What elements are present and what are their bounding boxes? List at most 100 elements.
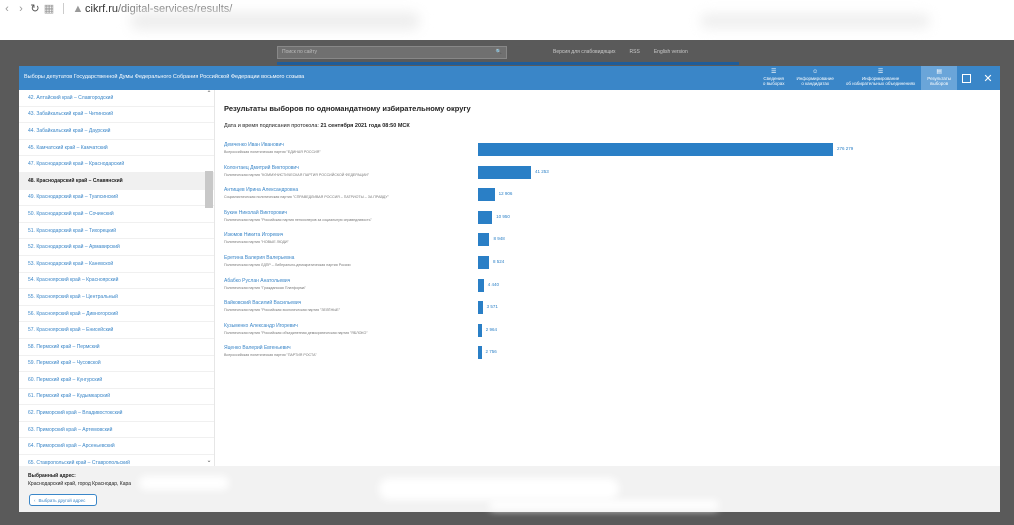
reload-icon[interactable]: ↻ — [28, 2, 42, 15]
sidebar-item-district[interactable]: 58. Пермский край – Пермский — [19, 339, 214, 356]
vote-bar — [478, 346, 482, 360]
candidate-party: Всероссийская политическая партия "ЕДИНА… — [224, 150, 321, 154]
vote-bar — [478, 233, 490, 247]
sidebar-item-district[interactable]: 44. Забайкальский край – Даурский — [19, 123, 214, 140]
back-icon[interactable]: ‹ — [0, 3, 14, 15]
sidebar-scrollbar[interactable]: ⌃ ⌄ — [205, 90, 213, 466]
redacted-area — [489, 500, 719, 510]
redacted-area — [700, 14, 930, 28]
search-icon[interactable]: 🔍 — [496, 49, 502, 55]
candidate-party: Политическая партия "Гражданская Платфор… — [224, 285, 306, 290]
sidebar-item-district[interactable]: 49. Краснодарский край – Туапсинский — [19, 190, 214, 207]
candidate-name[interactable]: Кузьменко Александр Игоревич — [224, 323, 484, 329]
sidebar-item-district[interactable]: 59. Пермский край – Чусовской — [19, 356, 214, 373]
candidate-row: Букин Николай Викторович Политическая пар… — [224, 210, 484, 222]
candidate-name[interactable]: Яценко Валерий Евгеньевич — [224, 345, 484, 351]
redacted-area — [130, 12, 420, 30]
vote-bar — [478, 301, 483, 315]
sidebar-item-district[interactable]: 62. Приморский край – Владивостокский — [19, 405, 214, 422]
site-links: Версия для слабовидящих RSS English vers… — [553, 49, 688, 55]
vote-count: 12 906 — [498, 191, 513, 197]
candidate-name[interactable]: Колонтаец Дмитрий Викторович — [224, 165, 484, 171]
candidate-row: Еретина Валерия Валерьевна Политическая п… — [224, 255, 484, 267]
candidate-name[interactable]: Еретина Валерия Валерьевна — [224, 255, 484, 261]
warning-icon[interactable]: ▲ — [71, 3, 85, 15]
sidebar-item-district[interactable]: 56. Красноярский край – Дивногорский — [19, 306, 214, 323]
sidebar-item-district[interactable]: 47. Краснодарский край – Краснодарский — [19, 156, 214, 173]
forward-icon[interactable]: › — [14, 3, 28, 15]
tab-label-line2: о кандидатах — [801, 81, 830, 86]
protocol-date-value: 21 сентября 2021 года 08:50 МСК — [320, 123, 410, 129]
sidebar-item-district[interactable]: 48. Краснодарский край – Славянский — [19, 172, 214, 190]
tab-2[interactable]: ☰ Информирование об избирательных объедине… — [840, 66, 921, 90]
candidate-party: Политическая партия "КОММУНИСТИЧЕСКАЯ ПА… — [224, 172, 369, 177]
candidate-party: Политическая партия "Российская партия п… — [224, 217, 372, 222]
document-icon: ☰ — [770, 69, 777, 75]
candidate-name[interactable]: Демченко Иван Иванович — [224, 142, 484, 148]
selected-address-panel: Выбранный адрес: Краснодарский край, гор… — [19, 466, 1000, 512]
sidebar-item-district[interactable]: 50. Краснодарский край – Сочинский — [19, 206, 214, 223]
close-button[interactable]: ✕ — [980, 70, 996, 86]
vote-count: 10 950 — [496, 213, 510, 219]
sidebar-item-district[interactable]: 63. Приморский край – Артемовский — [19, 422, 214, 439]
site-link-rss[interactable]: RSS — [630, 49, 640, 55]
apps-grid-icon[interactable]: ▦ — [42, 2, 56, 15]
redacted-area — [139, 476, 229, 490]
candidate-row: Колонтаец Дмитрий Викторович Политическая… — [224, 165, 484, 177]
modal-title: Выборы депутатов Государственной Думы Фе… — [24, 74, 305, 80]
district-list: 42. Алтайский край – Славгородский 43. За… — [19, 90, 214, 466]
sidebar-item-district[interactable]: 54. Красноярский край – Красноярский — [19, 273, 214, 290]
sidebar-item-district[interactable]: 60. Пермский край – Кунгурский — [19, 372, 214, 389]
candidate-name[interactable]: Букин Николай Викторович — [224, 210, 484, 216]
candidate-party: Политическая партия ЛДПР – Либерально-де… — [224, 263, 351, 267]
change-address-label: Выбрать другой адрес — [38, 497, 86, 503]
scrollbar-thumb[interactable] — [205, 171, 213, 208]
tab-label-line2: о выборах — [762, 81, 785, 86]
candidate-row: Яценко Валерий Евгеньевич Всероссийская п… — [224, 345, 484, 357]
tab-label-line2: выборов — [930, 81, 949, 86]
scroll-up-icon[interactable]: ⌃ — [205, 90, 213, 99]
vote-bar — [478, 165, 531, 179]
modal-header: Выборы депутатов Государственной Думы Фе… — [19, 66, 1000, 90]
sidebar-item-district[interactable]: 57. Красноярский край – Енисейский — [19, 322, 214, 339]
candidate-name[interactable]: Изюмов Никита Игоревич — [224, 232, 484, 238]
sidebar-item-district[interactable]: 42. Алтайский край – Славгородский — [19, 90, 214, 107]
sidebar-item-district[interactable]: 53. Краснодарский край – Каневской — [19, 256, 214, 273]
sidebar-item-district[interactable]: 52. Краснодарский край – Армавирский — [19, 239, 214, 256]
results-panel: Результаты выборов по одномандатному изб… — [215, 90, 1000, 466]
candidate-name[interactable]: Вайковский Василий Васильевич — [224, 300, 484, 306]
sidebar-item-district[interactable]: 64. Приморский край – Арсеньевский — [19, 438, 214, 456]
vote-bar — [478, 210, 493, 224]
sidebar-item-district[interactable]: 43. Забайкальский край – Читинский — [19, 107, 214, 124]
candidate-name[interactable]: Абабко Руслан Анатольевич — [224, 278, 484, 284]
change-address-button[interactable]: ‹ Выбрать другой адрес — [29, 494, 97, 506]
vote-bar — [478, 256, 489, 269]
site-search-input[interactable]: Поиск по сайту 🔍 — [277, 45, 507, 59]
candidate-row: Антищев Ирина Александровна Социалистичес… — [224, 187, 484, 199]
candidate-name[interactable]: Антищев Ирина Александровна — [224, 187, 484, 193]
vote-count: 8 524 — [492, 259, 505, 264]
scroll-down-icon[interactable]: ⌄ — [205, 457, 213, 466]
sidebar-item-district[interactable]: 65. Ставропольский край – Ставропольский — [19, 455, 214, 466]
maximize-button[interactable] — [958, 70, 974, 86]
site-link-english[interactable]: English version — [654, 49, 688, 55]
sidebar-item-district[interactable]: 55. Красноярский край – Центральный — [19, 289, 214, 306]
candidate-party: Всероссийская политическая партия "ПАРТИ… — [224, 353, 317, 358]
site-header: Поиск по сайту 🔍 Версия для слабовидящих… — [277, 43, 739, 61]
sidebar-item-district[interactable]: 51. Краснодарский край – Тихорецкий — [19, 223, 214, 240]
site-link-accessibility[interactable]: Версия для слабовидящих — [553, 49, 616, 55]
sidebar-item-district[interactable]: 61. Пермский край – Кудымкарский — [19, 389, 214, 406]
sidebar-item-district[interactable]: 45. Камчатский край – Камчатский — [19, 140, 214, 157]
candidate-row: Вайковский Василий Васильевич Политическа… — [224, 300, 484, 312]
candidate-row: Кузьменко Александр Игоревич Политическая… — [224, 323, 484, 335]
vote-count: 8 948 — [493, 236, 505, 242]
results-modal: Выборы депутатов Государственной Думы Фе… — [19, 66, 1000, 512]
tab-3[interactable]: ▤ Результаты выборов — [921, 66, 957, 90]
vote-count: 276 279 — [837, 146, 854, 151]
vote-count: 3 571 — [486, 304, 498, 310]
vote-count: 4 440 — [487, 281, 499, 287]
candidate-row: Демченко Иван Иванович Всероссийская поли… — [224, 142, 484, 154]
tab-1[interactable]: ☺ Информирование о кандидатах — [791, 66, 840, 90]
tab-0[interactable]: ☰ Сведения о выборах — [757, 66, 791, 90]
district-sidebar: 42. Алтайский край – Славгородский 43. За… — [19, 90, 215, 466]
